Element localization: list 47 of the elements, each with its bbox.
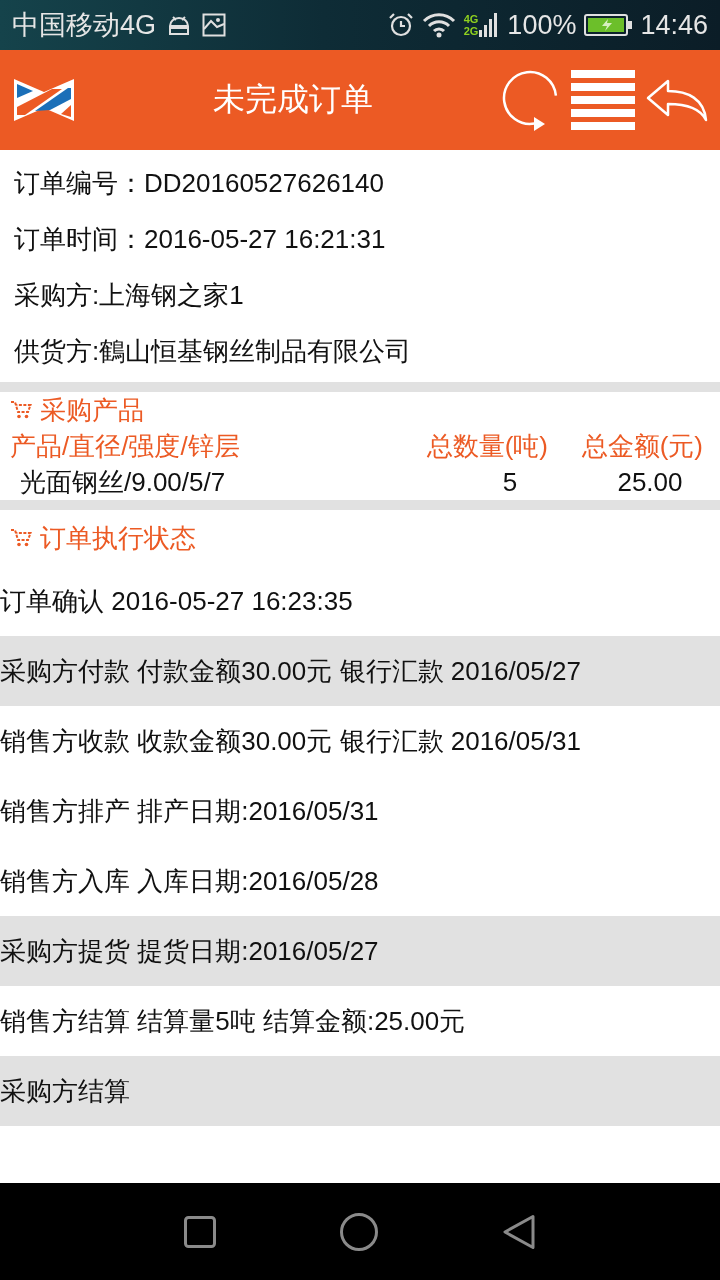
field-label: 订单时间： [14, 222, 144, 256]
network-type-label: 4G [463, 13, 479, 25]
column-header: 产品/直径/强度/锌层 [10, 429, 240, 463]
back-button[interactable] [646, 78, 708, 122]
carrier-name: 中国移动4G [12, 10, 157, 40]
triangle-icon[interactable] [502, 1213, 536, 1250]
clock-time: 14:46 [640, 10, 708, 40]
page-title: 未完成订单 [213, 80, 373, 119]
image-icon [202, 13, 227, 37]
field-value: DD20160527626140 [144, 167, 384, 199]
field-value: 2016-05-27 16:21:31 [144, 223, 386, 255]
menu-button[interactable] [571, 70, 635, 130]
field-value: 上海钢之家1 [99, 278, 244, 312]
field-label: 供货方: [14, 334, 100, 368]
battery-icon [584, 13, 633, 37]
logo-icon [14, 79, 74, 121]
cart-icon [10, 400, 32, 420]
cart-icon [10, 528, 32, 548]
status-text: 采购方付款 付款金额30.00元 银行汇款 2016/05/27 [0, 654, 581, 688]
field-label: 订单编号： [14, 166, 144, 200]
status-text: 采购方提货 提货日期:2016/05/27 [0, 934, 379, 968]
alarm-icon [387, 12, 414, 38]
table-cell-text: 光面钢丝/9.00/5/7 [20, 465, 226, 499]
column-header: 总金额(元) [581, 429, 704, 463]
wifi-icon [421, 12, 456, 38]
back-arrow-icon [646, 78, 708, 122]
section-title: 订单执行状态 [40, 521, 196, 555]
status-text: 采购方结算 [0, 1074, 130, 1108]
table-cell: 25.00 [617, 466, 683, 498]
field-label: 采购方: [14, 278, 100, 312]
network-type-label: 2G [463, 25, 479, 37]
signal-icon [479, 13, 500, 37]
status-text: 销售方入库 入库日期:2016/05/28 [0, 864, 379, 898]
status-text: 订单确认 2016-05-27 16:23:35 [0, 584, 353, 618]
status-text: 销售方收款 收款金额30.00元 银行汇款 2016/05/31 [0, 724, 581, 758]
refresh-button[interactable] [502, 68, 560, 132]
battery-percent: 100% [507, 10, 577, 40]
field-value: 鶴山恒基钢丝制品有限公司 [99, 334, 412, 368]
status-text: 销售方排产 排产日期:2016/05/31 [0, 794, 379, 828]
column-header: 总数量(吨) [426, 429, 549, 463]
table-cell: 5 [502, 466, 518, 498]
menu-icon [571, 70, 635, 130]
refresh-icon [502, 68, 560, 132]
section-title: 采购产品 [40, 393, 144, 427]
square-icon[interactable] [184, 1215, 216, 1248]
status-text: 销售方结算 结算量5吨 结算金额:25.00元 [0, 1004, 466, 1038]
circle-icon[interactable] [340, 1212, 378, 1251]
